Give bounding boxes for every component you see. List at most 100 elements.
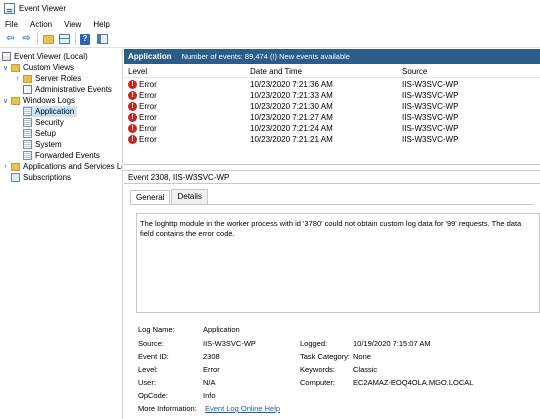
tree-system-label: System	[35, 140, 62, 149]
error-icon: !	[128, 102, 137, 111]
row-date: 10/23/2020 7:21:30 AM	[250, 102, 333, 111]
expand-icon[interactable]: ›	[2, 163, 9, 170]
window-title: Event Viewer	[19, 4, 66, 13]
menu-view[interactable]: View	[64, 20, 81, 29]
column-header-row: Level Date and Time Source	[124, 64, 540, 78]
tree-security-label: Security	[35, 118, 64, 127]
row-date: 10/23/2020 7:21:24 AM	[250, 124, 333, 133]
table-row[interactable]: ! Error 10/23/2020 7:21:21 AM IIS-W3SVC-…	[124, 134, 540, 145]
detail-tabs: General Details	[130, 189, 209, 205]
row-source: IIS-W3SVC-WP	[402, 124, 459, 133]
logged-value: 10/19/2020 7:15:07 AM	[353, 339, 431, 348]
task-category-label: Task Category:	[300, 352, 351, 361]
event-log-online-help-link[interactable]: Event Log Online Help	[205, 404, 280, 413]
level-label: Level:	[138, 365, 159, 374]
tree-admin-events[interactable]: Administrative Events	[23, 84, 112, 95]
collapse-icon[interactable]: ∨	[2, 97, 9, 105]
row-level: Error	[139, 91, 157, 100]
help-button[interactable]: ?	[80, 33, 93, 46]
show-hide-tree-button[interactable]	[58, 33, 71, 46]
filter-icon	[23, 85, 32, 94]
event-id-value: 2308	[203, 352, 220, 361]
folder-icon	[43, 34, 54, 44]
log-icon	[23, 118, 32, 127]
tree-custom-views[interactable]: ∨ Custom Views	[2, 62, 74, 73]
event-detail-title: Event 2308, IIS-W3SVC-WP	[124, 170, 540, 184]
row-source: IIS-W3SVC-WP	[402, 80, 459, 89]
table-row[interactable]: ! Error 10/23/2020 7:21:36 AM IIS-W3SVC-…	[124, 79, 540, 90]
user-label: User:	[138, 378, 156, 387]
tree-server-roles[interactable]: › Server Roles	[14, 73, 81, 84]
level-value: Error	[203, 365, 220, 374]
menu-file[interactable]: File	[5, 20, 18, 29]
log-header-title: Application	[128, 52, 172, 61]
row-level: Error	[139, 102, 157, 111]
row-date: 10/23/2020 7:21:36 AM	[250, 80, 333, 89]
row-source: IIS-W3SVC-WP	[402, 102, 459, 111]
tree-system[interactable]: System	[23, 139, 62, 150]
toolbar-separator	[37, 33, 38, 45]
expand-icon[interactable]: ›	[14, 75, 21, 82]
row-source: IIS-W3SVC-WP	[402, 135, 459, 144]
back-arrow-icon[interactable]: ⇦	[4, 33, 17, 46]
tree-forwarded-events[interactable]: Forwarded Events	[23, 150, 100, 161]
log-name-value: Application	[203, 325, 240, 334]
collapse-icon[interactable]: ∨	[2, 64, 9, 72]
tree-root[interactable]: Event Viewer (Local)	[2, 51, 88, 62]
tree-apps-services-label: Applications and Services Lo	[23, 162, 123, 171]
up-folder-button[interactable]	[42, 33, 55, 46]
show-action-pane-button[interactable]	[96, 33, 109, 46]
row-level: Error	[139, 113, 157, 122]
menu-bar: File Action View Help	[0, 17, 540, 31]
folder-icon	[11, 63, 20, 72]
tab-details[interactable]: Details	[171, 189, 208, 204]
source-value: IIS-W3SVC-WP	[203, 339, 256, 348]
table-row[interactable]: ! Error 10/23/2020 7:21:24 AM IIS-W3SVC-…	[124, 123, 540, 134]
table-row[interactable]: ! Error 10/23/2020 7:21:33 AM IIS-W3SVC-…	[124, 90, 540, 101]
tree-apps-services[interactable]: › Applications and Services Lo	[2, 161, 123, 172]
error-icon: !	[128, 91, 137, 100]
log-icon	[23, 107, 32, 116]
log-icon	[23, 140, 32, 149]
tree-admin-events-label: Administrative Events	[35, 85, 112, 94]
log-name-label: Log Name:	[138, 325, 175, 334]
log-icon	[23, 129, 32, 138]
error-icon: !	[128, 124, 137, 133]
row-date: 10/23/2020 7:21:21 AM	[250, 135, 333, 144]
event-count: Number of events: 89,474 (!) New events …	[181, 52, 350, 61]
row-source: IIS-W3SVC-WP	[402, 91, 459, 100]
computer-label: Computer:	[300, 378, 336, 387]
error-icon: !	[128, 135, 137, 144]
keywords-label: Keywords:	[300, 365, 336, 374]
tree-windows-logs[interactable]: ∨ Windows Logs	[2, 95, 75, 106]
column-source[interactable]: Source	[402, 67, 427, 76]
tree-subscriptions[interactable]: Subscriptions	[11, 172, 71, 183]
row-level: Error	[139, 135, 157, 144]
event-description[interactable]: The loghttp module in the worker process…	[136, 213, 540, 313]
task-category-value: None	[353, 352, 371, 361]
row-date: 10/23/2020 7:21:27 AM	[250, 113, 333, 122]
user-value: N/A	[203, 378, 216, 387]
log-icon	[23, 151, 32, 160]
column-date[interactable]: Date and Time	[250, 67, 302, 76]
tree-server-roles-label: Server Roles	[35, 74, 82, 83]
event-viewer-icon	[4, 3, 15, 14]
table-row[interactable]: ! Error 10/23/2020 7:21:27 AM IIS-W3SVC-…	[124, 112, 540, 123]
title-bar: Event Viewer	[0, 0, 540, 17]
content-pane: Application Number of events: 89,474 (!)…	[124, 49, 540, 419]
column-level[interactable]: Level	[128, 67, 147, 76]
toolbar: ⇦ ⇨ ?	[0, 31, 540, 48]
tree-application[interactable]: Application	[23, 106, 77, 117]
tree-setup[interactable]: Setup	[23, 128, 56, 139]
table-row[interactable]: ! Error 10/23/2020 7:21:30 AM IIS-W3SVC-…	[124, 101, 540, 112]
subscriptions-icon	[11, 173, 20, 182]
tree-security[interactable]: Security	[23, 117, 64, 128]
menu-action[interactable]: Action	[30, 20, 52, 29]
more-info-label: More Information:	[138, 404, 197, 413]
tab-general[interactable]: General	[130, 190, 171, 205]
tree-forwarded-label: Forwarded Events	[35, 151, 100, 160]
event-list[interactable]: Level Date and Time Source ! Error 10/23…	[124, 64, 540, 165]
tree-root-label: Event Viewer (Local)	[14, 52, 88, 61]
menu-help[interactable]: Help	[93, 20, 109, 29]
forward-arrow-icon[interactable]: ⇨	[20, 33, 33, 46]
